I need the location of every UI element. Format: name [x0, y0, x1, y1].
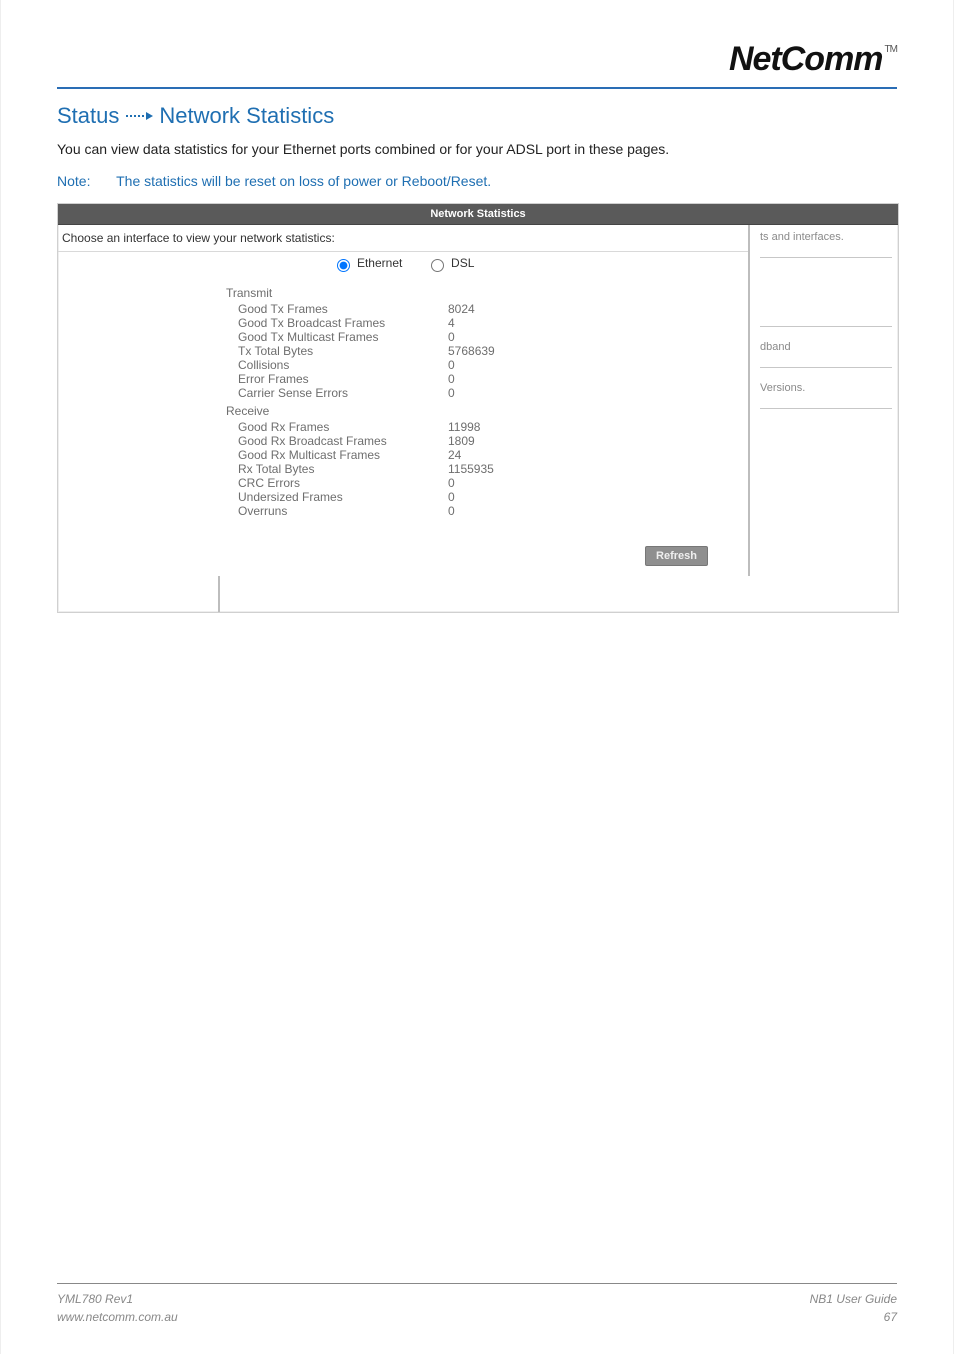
header-rule — [57, 87, 897, 89]
receive-section-label: Receive — [226, 404, 748, 418]
transmit-section-label: Transmit — [226, 286, 748, 300]
screenshot-side-column: ts and interfaces. dband Versions. — [748, 225, 898, 576]
screenshot-bottom-strip — [58, 576, 898, 612]
footer-right: NB1 User Guide 67 — [810, 1290, 897, 1326]
refresh-button[interactable]: Refresh — [645, 546, 708, 566]
choose-interface-label: Choose an interface to view your network… — [58, 225, 748, 252]
radio-ethernet[interactable]: Ethernet — [332, 256, 406, 270]
screenshot-title: Network Statistics — [58, 204, 898, 225]
table-row: Good Tx Broadcast Frames4 — [238, 316, 748, 330]
side-separator — [760, 408, 892, 409]
table-row: Collisions0 — [238, 358, 748, 372]
footer-url: www.netcomm.com.au — [57, 1308, 178, 1326]
trademark: TM — [885, 44, 897, 55]
table-row: Tx Total Bytes5768639 — [238, 344, 748, 358]
table-row: Good Tx Multicast Frames0 — [238, 330, 748, 344]
table-row: Undersized Frames0 — [238, 490, 748, 504]
screenshot-main-column: Choose an interface to view your network… — [58, 225, 748, 576]
table-row: Good Rx Frames11998 — [238, 420, 748, 434]
screenshot-panel: Network Statistics Choose an interface t… — [57, 203, 899, 613]
page-footer: YML780 Rev1 www.netcomm.com.au NB1 User … — [57, 1283, 897, 1326]
side-separator — [760, 326, 892, 327]
radio-dsl[interactable]: DSL — [426, 256, 475, 270]
table-row: Carrier Sense Errors0 — [238, 386, 748, 400]
radio-ethernet-input[interactable] — [337, 259, 350, 272]
radio-dsl-input[interactable] — [431, 259, 444, 272]
table-row: CRC Errors0 — [238, 476, 748, 490]
footer-left: YML780 Rev1 www.netcomm.com.au — [57, 1290, 178, 1326]
heading-part-status: Status — [57, 103, 119, 129]
intro-paragraph: You can view data statistics for your Et… — [57, 139, 897, 159]
side-text-3: Versions. — [760, 382, 892, 394]
table-row: Rx Total Bytes1155935 — [238, 462, 748, 476]
note-text: The statistics will be reset on loss of … — [116, 173, 491, 189]
footer-guide-name: NB1 User Guide — [810, 1290, 897, 1308]
footer-doc-rev: YML780 Rev1 — [57, 1290, 178, 1308]
table-row: Error Frames0 — [238, 372, 748, 386]
brand-name: NetComm — [729, 40, 883, 79]
side-text-2: dband — [760, 341, 892, 353]
brand-logo: NetComm TM — [729, 40, 897, 79]
footer-page-number: 67 — [810, 1308, 897, 1326]
footer-rule — [57, 1283, 897, 1284]
brand-logo-row: NetComm TM — [57, 40, 897, 87]
stats-block: Transmit Good Tx Frames8024 Good Tx Broa… — [58, 274, 748, 528]
side-text-1: ts and interfaces. — [760, 231, 892, 243]
table-row: Good Rx Multicast Frames24 — [238, 448, 748, 462]
note-line: Note: The statistics will be reset on lo… — [57, 173, 897, 189]
interface-radio-group: Ethernet DSL — [58, 252, 748, 274]
side-separator — [760, 367, 892, 368]
radio-ethernet-label: Ethernet — [357, 256, 402, 270]
table-row: Overruns0 — [238, 504, 748, 518]
radio-dsl-label: DSL — [451, 256, 474, 270]
table-row: Good Rx Broadcast Frames1809 — [238, 434, 748, 448]
heading-part-netstats: Network Statistics — [159, 103, 334, 129]
dotted-arrow-icon — [125, 112, 153, 120]
table-row: Good Tx Frames8024 — [238, 302, 748, 316]
page-heading: Status Network Statistics — [57, 103, 897, 129]
note-label: Note: — [57, 173, 90, 189]
side-separator — [760, 257, 892, 258]
